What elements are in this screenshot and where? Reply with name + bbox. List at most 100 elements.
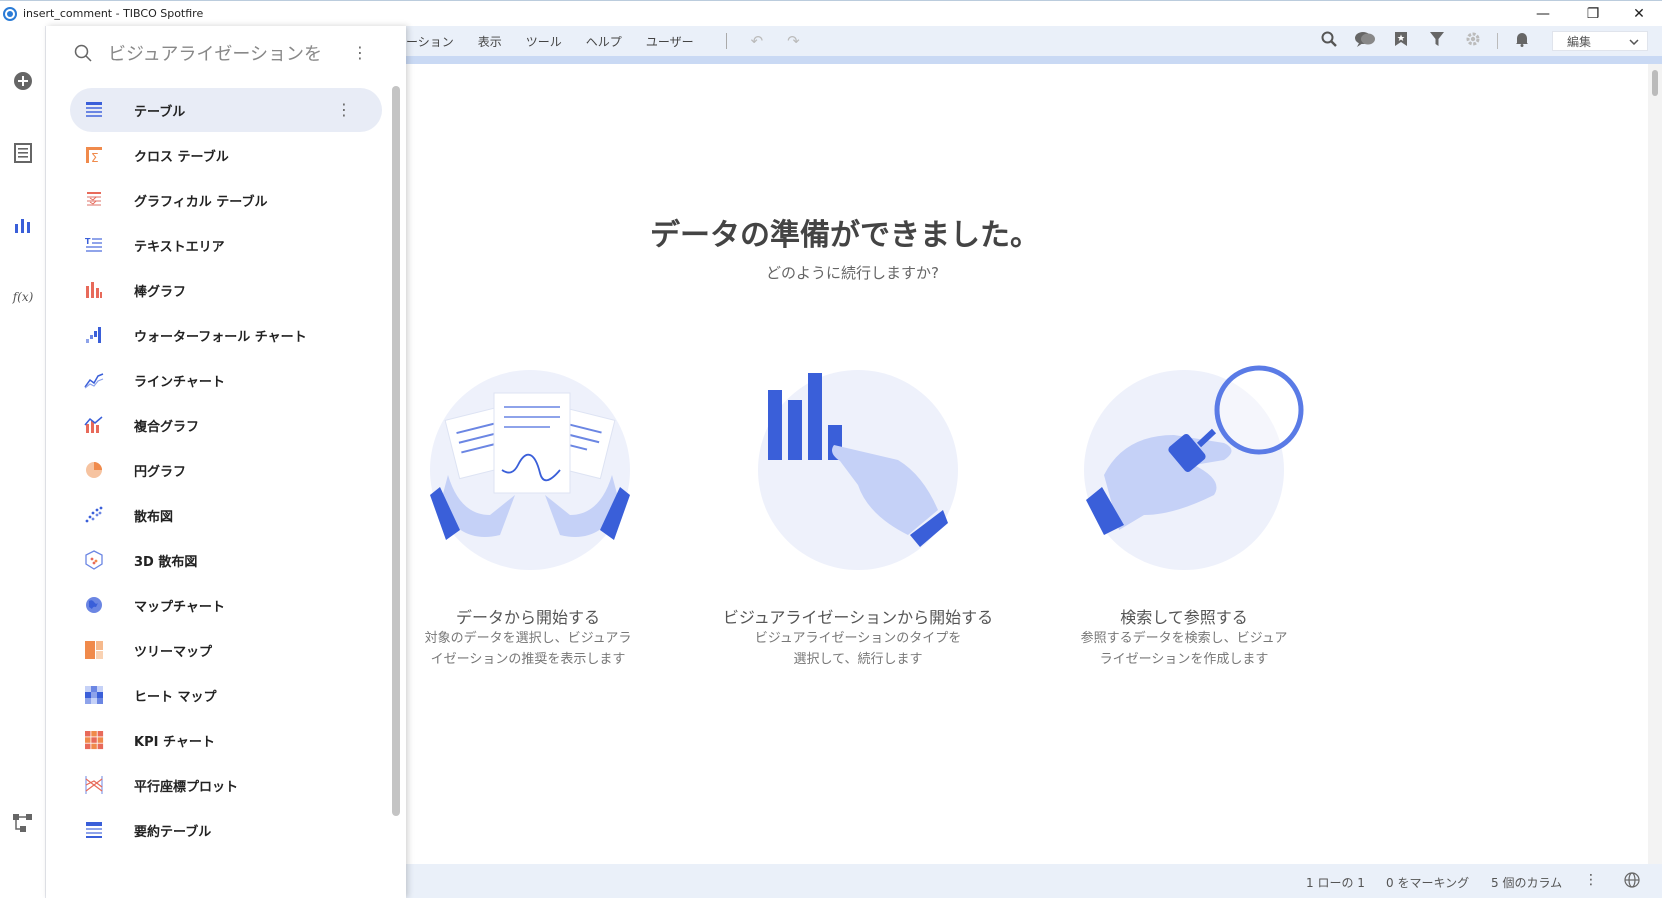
option-visualization-desc-line-1: ビジュアライゼーションのタイプを: [754, 631, 962, 646]
filter-icon[interactable]: [1423, 31, 1451, 51]
undo-icon[interactable]: ↶: [751, 32, 764, 50]
list-item-summary-table[interactable]: 要約テーブル: [70, 808, 382, 852]
comments-icon[interactable]: [1351, 31, 1379, 51]
minimize-button[interactable]: —: [1520, 1, 1566, 27]
svg-text:Σ: Σ: [91, 151, 99, 165]
function-icon[interactable]: f(x): [12, 286, 34, 308]
edit-mode-label: 編集: [1567, 34, 1592, 49]
list-item-kpi-chart[interactable]: KPI チャート: [70, 718, 382, 762]
summary-table-icon: [86, 822, 102, 838]
toolbar-accent-strip: [406, 56, 1662, 64]
menu-tools[interactable]: ツール: [514, 33, 574, 50]
list-item-label: クロス テーブル: [134, 149, 229, 165]
option-search-desc-line-2: ライゼーションを作成します: [1099, 652, 1269, 667]
list-item-label: マップチャート: [134, 599, 225, 615]
toolbar-separator: [1497, 33, 1498, 49]
menu-view[interactable]: 表示: [466, 33, 514, 50]
bookmark-icon[interactable]: [1387, 31, 1415, 51]
3d-scatter-plot-icon: [85, 550, 103, 570]
list-item-parallel-coordinate-plot[interactable]: 平行座標プロット: [70, 763, 382, 807]
start-from-data-illustration[interactable]: [420, 365, 640, 585]
option-search-desc-line-1: 参照するデータを検索し、ビジュア: [1080, 631, 1288, 646]
canvas-scrollbar-thumb[interactable]: [1652, 70, 1658, 96]
cross-table-icon: Σ: [86, 147, 102, 165]
chevron-down-icon: [1629, 34, 1639, 48]
map-chart-icon: [86, 597, 102, 613]
visualization-icon[interactable]: [12, 214, 34, 236]
menu-help[interactable]: ヘルプ: [574, 33, 634, 50]
list-item-combination-chart[interactable]: 複合グラフ: [70, 403, 382, 447]
menu-visualization[interactable]: ーション: [406, 33, 466, 50]
panel-more-icon[interactable]: ⋮: [352, 45, 368, 61]
data-table-icon[interactable]: [12, 142, 34, 164]
redo-icon[interactable]: ↷: [787, 32, 800, 50]
add-icon[interactable]: [12, 70, 34, 92]
list-item-label: 要約テーブル: [134, 824, 212, 840]
parallel-coordinate-icon: [85, 776, 103, 794]
list-item-label: 散布図: [134, 509, 174, 525]
list-item-graphical-table[interactable]: グラフィカル テーブル: [70, 178, 382, 222]
option-visualization-title[interactable]: ビジュアライゼーションから開始する: [708, 604, 1008, 628]
option-visualization-desc-line-2: 選択して、続行します: [793, 652, 923, 667]
start-from-visualization-illustration[interactable]: [748, 365, 968, 585]
line-chart-icon: [84, 373, 104, 389]
list-item-label: グラフィカル テーブル: [134, 194, 268, 210]
list-item-label: ウォーターフォール チャート: [134, 329, 307, 345]
option-data-desc-line-2: イゼーションの推奨を表示します: [430, 652, 626, 667]
list-item-scatter-plot[interactable]: 散布図: [70, 493, 382, 537]
treemap-icon: [85, 641, 103, 659]
panel-search-row: ⋮: [46, 26, 406, 82]
list-item-map-chart[interactable]: マップチャート: [70, 583, 382, 627]
combination-chart-icon: [84, 416, 103, 433]
list-item-pie-chart[interactable]: 円グラフ: [70, 448, 382, 492]
list-item-waterfall-chart[interactable]: ウォーターフォール チャート: [70, 313, 382, 357]
list-item-label: 3D 散布図: [134, 554, 198, 570]
list-item-cross-table[interactable]: Σ クロス テーブル: [70, 133, 382, 177]
list-item-bar-chart[interactable]: 棒グラフ: [70, 268, 382, 312]
panel-scrollbar[interactable]: [392, 86, 400, 878]
panel-scrollbar-thumb[interactable]: [392, 86, 400, 816]
settings-gear-icon[interactable]: [1459, 31, 1487, 51]
waterfall-chart-icon: [86, 327, 101, 343]
list-item-label: 棒グラフ: [134, 284, 187, 300]
flow-icon[interactable]: [12, 812, 34, 834]
list-item-label: ラインチャート: [134, 374, 225, 390]
list-item-text-area[interactable]: T テキストエリア: [70, 223, 382, 267]
notification-bell-icon[interactable]: [1508, 31, 1536, 51]
status-marked-count: 0 をマーキング: [1386, 876, 1470, 890]
option-data-title[interactable]: データから開始する: [378, 604, 678, 628]
pie-chart-icon: [86, 462, 102, 478]
menu-separator: [725, 33, 727, 49]
search-icon[interactable]: [1315, 31, 1343, 51]
list-item-table[interactable]: テーブル ⋮: [70, 88, 382, 132]
bar-chart-icon: [86, 282, 102, 298]
option-search-title[interactable]: 検索して参照する: [1034, 604, 1334, 628]
language-globe-icon[interactable]: [1624, 872, 1640, 891]
list-item-heat-map[interactable]: ヒート マップ: [70, 673, 382, 717]
menu-bar: ーション 表示 ツール ヘルプ ユーザー ↶ ↷ 編集: [406, 26, 1662, 56]
list-item-treemap[interactable]: ツリーマップ: [70, 628, 382, 672]
list-item-label: ツリーマップ: [134, 644, 213, 660]
list-item-label: テーブル: [134, 104, 186, 120]
search-and-browse-illustration[interactable]: [1074, 365, 1304, 585]
visualization-search-input[interactable]: [108, 40, 368, 68]
spotfire-logo-icon: [3, 6, 17, 21]
list-item-label: 平行座標プロット: [134, 779, 239, 795]
table-icon: [86, 102, 102, 117]
visualization-picker-panel: ⋮ テーブル ⋮ Σ クロス テーブル グラフィカル テーブル T テキストエリ…: [46, 26, 406, 898]
menu-user[interactable]: ユーザー: [634, 33, 706, 50]
page-headline: データの準備ができました。: [650, 218, 1040, 253]
status-more-icon[interactable]: ⋮: [1584, 872, 1598, 888]
option-data-desc-line-1: 対象のデータを選択し、ビジュアラ: [424, 631, 632, 646]
left-rail: f(x): [0, 26, 46, 898]
option-data-description: 対象のデータを選択し、ビジュアラ イゼーションの推奨を表示します: [408, 628, 648, 670]
restore-button[interactable]: ❐: [1570, 1, 1616, 27]
graphical-table-icon: [87, 192, 101, 206]
edit-mode-select[interactable]: 編集: [1552, 31, 1648, 51]
close-button[interactable]: ✕: [1616, 1, 1662, 27]
list-item-label: 複合グラフ: [134, 419, 200, 435]
canvas-scrollbar[interactable]: [1648, 64, 1662, 864]
list-item-3d-scatter-plot[interactable]: 3D 散布図: [70, 538, 382, 582]
item-more-icon[interactable]: ⋮: [336, 102, 352, 118]
list-item-line-chart[interactable]: ラインチャート: [70, 358, 382, 402]
